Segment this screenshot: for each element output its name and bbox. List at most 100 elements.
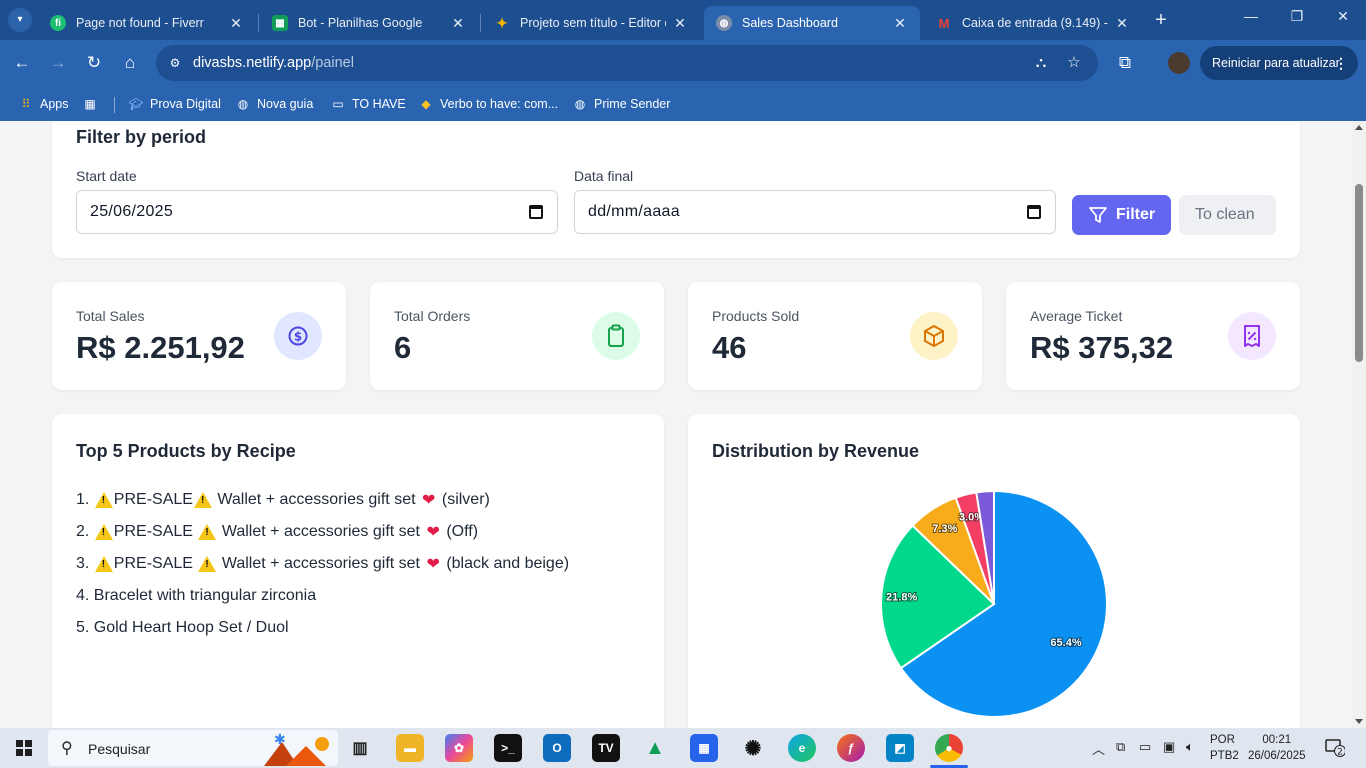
- close-tab-icon[interactable]: ✕: [672, 15, 688, 32]
- network-icon[interactable]: ▣: [1163, 739, 1175, 755]
- close-tab-icon[interactable]: ✕: [1114, 15, 1130, 32]
- home-icon[interactable]: ⌂: [119, 52, 141, 74]
- kpi-value: R$ 2.251,92: [76, 330, 245, 365]
- bookmarks-bar: ⠿ Apps ▦ 🎓︎ Prova Digital ◍ Nova guia ▭ …: [0, 86, 1366, 121]
- bookmark-label: Prova Digital: [150, 97, 221, 111]
- kpi-label: Total Orders: [394, 308, 471, 324]
- clean-button[interactable]: To clean: [1179, 195, 1276, 235]
- restart-label: Reiniciar para atualizar: [1212, 56, 1340, 70]
- tab-title: Bot - Planilhas Google: [298, 16, 423, 30]
- bookmark-apps[interactable]: ⠿ Apps: [18, 94, 69, 114]
- clean-button-label: To clean: [1195, 206, 1255, 223]
- pie-slice-label: 21.8%: [886, 591, 917, 603]
- kpi-value: 46: [712, 330, 747, 365]
- filter-button-label: Filter: [1116, 206, 1156, 223]
- tab-apps-script[interactable]: ✦ Projeto sem título - Editor d ✕: [482, 6, 700, 40]
- calendar-icon[interactable]: [529, 205, 543, 219]
- product-list-item: 2. PRE-SALE Wallet + accessories gift se…: [76, 516, 569, 548]
- photos-icon[interactable]: ◩: [886, 734, 914, 762]
- tradingview-icon[interactable]: TV: [592, 734, 620, 762]
- graduation-cap-icon: 🎓︎: [128, 97, 144, 111]
- meet-now-icon[interactable]: ⧉: [1116, 739, 1125, 755]
- profile-avatar[interactable]: [1168, 52, 1190, 74]
- tab-sheets[interactable]: ▦ Bot - Planilhas Google ✕: [260, 6, 478, 40]
- tab-title: Caixa de entrada (9.149) - re: [962, 16, 1108, 30]
- warning-icon: [94, 492, 113, 508]
- product-name: Wallet + accessories gift set: [217, 491, 416, 508]
- forward-icon[interactable]: →: [47, 52, 69, 74]
- notification-center-icon[interactable]: 2: [1325, 737, 1346, 758]
- taskbar-search[interactable]: ⚲ Pesquisar ✱: [48, 730, 338, 766]
- task-view-icon[interactable]: ▥: [346, 734, 374, 762]
- sheets-icon: ▦: [272, 15, 288, 31]
- close-tab-icon[interactable]: ✕: [892, 15, 908, 32]
- tab-title: Page not found - Fiverr: [76, 16, 204, 30]
- tab-title: Projeto sem título - Editor d: [520, 16, 666, 30]
- bookmark-favicon-icon: ◆: [421, 97, 431, 111]
- scroll-down-arrow-icon[interactable]: [1355, 719, 1363, 724]
- bookmark-prime-sender[interactable]: ◍ Prime Sender: [572, 94, 671, 114]
- system-clock[interactable]: 00:21 26/06/2025: [1248, 732, 1306, 764]
- new-tab-icon[interactable]: +: [1150, 9, 1172, 32]
- back-icon[interactable]: ←: [11, 52, 33, 74]
- page-scrollbar[interactable]: [1352, 121, 1366, 728]
- product-list-item: 1. PRE-SALE Wallet + accessories gift se…: [76, 484, 569, 516]
- copilot-icon[interactable]: ✿: [445, 734, 473, 762]
- outlook-icon[interactable]: O: [543, 734, 571, 762]
- receipt-percent-icon: [1228, 312, 1276, 360]
- bookmark-nova-guia[interactable]: ◍ Nova guia: [235, 94, 314, 114]
- end-date-value: dd/mm/aaaa: [588, 203, 680, 220]
- extensions-icon[interactable]: ⧉: [1114, 52, 1136, 74]
- tab-strip: ▾ fi Page not found - Fiverr ✕ ▦ Bot - P…: [0, 0, 1366, 40]
- scroll-up-arrow-icon[interactable]: [1355, 125, 1363, 130]
- filter-card: Filter by period Start date 25/06/2025 D…: [52, 121, 1300, 258]
- folder-icon: ▭: [332, 97, 344, 111]
- more-menu-icon[interactable]: ⋮: [1334, 46, 1348, 80]
- bookmark-label: Apps: [40, 97, 69, 111]
- chatgpt-icon[interactable]: ✺: [739, 734, 767, 762]
- filter-button[interactable]: Filter: [1072, 195, 1171, 235]
- bookmark-prova-digital[interactable]: 🎓︎ Prova Digital: [128, 94, 221, 114]
- bookmark-to-have[interactable]: ▭ TO HAVE: [330, 94, 405, 114]
- translate-icon[interactable]: ⛬: [1032, 54, 1050, 72]
- bookmark-star-icon[interactable]: ☆: [1065, 54, 1083, 72]
- close-tab-icon[interactable]: ✕: [228, 15, 244, 32]
- restart-update-button[interactable]: Reiniciar para atualizar ⋮: [1200, 46, 1358, 80]
- file-explorer-icon[interactable]: ▬: [396, 734, 424, 762]
- restore-icon[interactable]: ❐: [1282, 8, 1312, 25]
- kpi-card-products-sold: Products Sold 46: [688, 282, 982, 390]
- bookmark-grid[interactable]: ▦: [82, 94, 104, 114]
- address-bar[interactable]: ⚙ divasbs.netlify.app/painel ⛬ ☆: [156, 45, 1098, 81]
- kpi-card-total-orders: Total Orders 6: [370, 282, 664, 390]
- volume-icon[interactable]: 🔈︎: [1186, 739, 1194, 755]
- site-info-icon[interactable]: ⚙: [166, 54, 184, 72]
- edge-icon[interactable]: e: [788, 734, 816, 762]
- input-language[interactable]: POR PTB2: [1210, 732, 1239, 764]
- power-icon[interactable]: ▭: [1139, 739, 1151, 755]
- kpi-card-total-sales: Total Sales R$ 2.251,92 $: [52, 282, 346, 390]
- tab-sales-dashboard[interactable]: ◍ Sales Dashboard ✕: [704, 6, 920, 40]
- tab-gmail[interactable]: M Caixa de entrada (9.149) - re ✕: [924, 6, 1142, 40]
- close-window-icon[interactable]: ✕: [1328, 8, 1358, 25]
- close-tab-icon[interactable]: ✕: [450, 15, 466, 32]
- firefox-icon[interactable]: ƒ: [837, 734, 865, 762]
- tab-search-chevron-icon[interactable]: ▾: [8, 8, 32, 32]
- calendar-icon[interactable]: [1027, 205, 1041, 219]
- google-drive-icon[interactable]: ▲: [641, 734, 669, 762]
- show-hidden-icons-icon[interactable]: ︿: [1092, 739, 1105, 758]
- windows-start-icon[interactable]: [16, 740, 32, 756]
- tab-fiverr[interactable]: fi Page not found - Fiverr ✕: [38, 6, 256, 40]
- warning-icon: [94, 524, 113, 540]
- bookmark-label: Prime Sender: [594, 97, 671, 111]
- terminal-icon[interactable]: >_: [494, 734, 522, 762]
- scroll-thumb[interactable]: [1355, 184, 1363, 362]
- reload-icon[interactable]: ↻: [83, 52, 105, 74]
- end-date-input[interactable]: dd/mm/aaaa: [574, 190, 1056, 234]
- url-text[interactable]: divasbs.netlify.app/painel: [193, 55, 354, 71]
- chrome-icon[interactable]: ●: [935, 734, 963, 762]
- bookmark-verbo-to-have[interactable]: ◆ Verbo to have: com...: [418, 94, 558, 114]
- minimize-icon[interactable]: —: [1236, 8, 1266, 24]
- microsoft-store-icon[interactable]: ▦: [690, 734, 718, 762]
- tab-title: Sales Dashboard: [742, 16, 838, 30]
- start-date-input[interactable]: 25/06/2025: [76, 190, 558, 234]
